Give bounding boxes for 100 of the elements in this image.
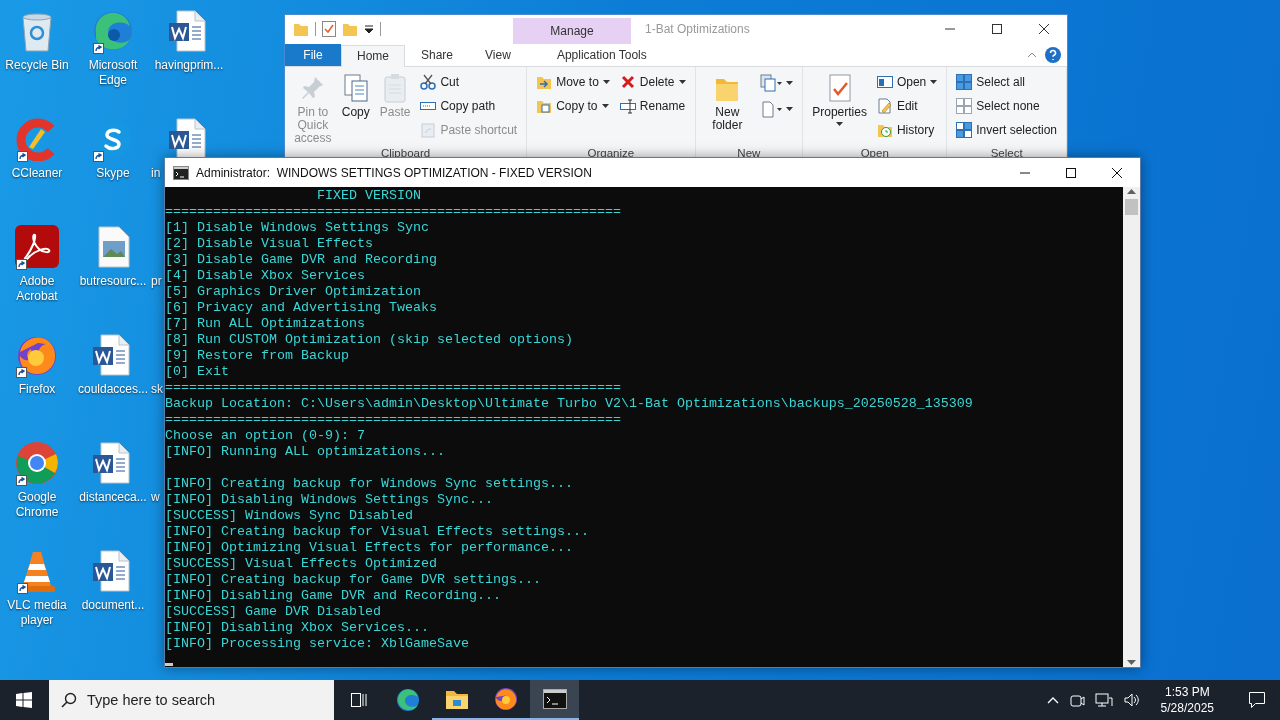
meeting-icon	[1068, 692, 1085, 708]
desktop-icon-label[interactable]: couldacces...	[76, 382, 150, 397]
console-line: Backup Location: C:\Users\admin\Desktop\Ultimate Turbo V2\1-Bat Optimizations\backups_20250528_135309	[165, 396, 974, 412]
console-line: [1] Disable Windows Settings Sync	[165, 220, 430, 236]
ribbon-button[interactable]: Delete	[616, 71, 689, 93]
ribbon-button[interactable]: Cut	[417, 71, 521, 93]
desktop-icon-label[interactable]: Firefox	[0, 382, 74, 397]
shortcut-arrow-icon	[16, 475, 27, 486]
folder-icon	[444, 688, 469, 710]
ribbon-button[interactable]: Copy path	[417, 95, 521, 117]
checklist-icon	[322, 21, 336, 38]
scroll-thumb[interactable]	[1125, 199, 1138, 215]
taskbar-app[interactable]	[530, 680, 579, 720]
desktop-icon-label[interactable]: sk	[151, 382, 163, 397]
ribbon-tab[interactable]: Share	[405, 43, 470, 66]
console-line: [SUCCESS] Visual Effects Optimized	[165, 556, 438, 572]
shortcut-arrow-icon	[17, 151, 28, 162]
clock-time: 1:53 PM	[1164, 684, 1210, 700]
desktop-icon-label[interactable]: pr	[151, 274, 162, 289]
clipboard-icon	[420, 122, 437, 138]
folder-arrow-icon	[536, 74, 553, 90]
ribbon-button[interactable]: Select all	[953, 71, 1060, 93]
clock-folder-icon	[876, 122, 893, 138]
desktop-icon-label[interactable]: Microsoft Edge	[76, 58, 150, 88]
ribbon-button[interactable]: Rename	[616, 95, 689, 117]
delete-icon	[619, 74, 636, 90]
desktop-icon-label[interactable]: Recycle Bin	[0, 58, 74, 73]
search-field[interactable]: Type here to search	[49, 680, 334, 720]
desktop-icon-label[interactable]: VLC media player	[0, 598, 74, 628]
group-label: Clipboard	[379, 147, 432, 161]
desktop-icon-label[interactable]: Skype	[76, 166, 150, 181]
ribbon-button[interactable]: Invert selection	[953, 119, 1060, 141]
scissors-icon	[420, 74, 437, 90]
desktop-icon-label[interactable]: document...	[76, 598, 150, 613]
caret-icon	[786, 81, 794, 85]
network-icon	[1094, 692, 1113, 708]
caret-icon	[601, 104, 609, 108]
ribbon-button[interactable]: History	[873, 119, 941, 141]
group-label: Select	[989, 147, 1024, 161]
caret-icon	[678, 80, 686, 84]
page-icon	[760, 100, 783, 118]
console-line: FIXED VERSION	[315, 188, 422, 204]
console-line: [INFO] Running ALL optimizations...	[165, 444, 446, 460]
desktop-icon-label[interactable]: havingprim...	[152, 58, 226, 73]
desktop-icon-label[interactable]: distanceca...	[76, 490, 150, 505]
shortcut-arrow-icon	[16, 367, 27, 378]
ribbon-button[interactable]: Properties	[809, 71, 870, 128]
ribbon-button[interactable]: Open	[873, 71, 941, 93]
shortcut-arrow-icon	[93, 151, 104, 162]
console-line: [SUCCESS] Windows Sync Disabled	[165, 508, 414, 524]
window-icon	[876, 74, 893, 90]
dropdown-icon	[364, 24, 374, 35]
desktop-icon-label[interactable]: in	[151, 166, 161, 181]
desktop-icon-label[interactable]: butresourc...	[76, 274, 150, 289]
windows-logo-icon	[16, 692, 32, 708]
caret-icon	[836, 122, 844, 126]
ribbon-button[interactable]: Copy to	[533, 95, 613, 117]
ribbon-button[interactable]: Copy	[338, 71, 373, 121]
console-line: [8] Run CUSTOM Optimization (skip selected options)	[165, 332, 574, 348]
console-line: =========================================================	[165, 380, 622, 396]
desktop-icon-label[interactable]: Google Chrome	[0, 490, 74, 520]
desktop-icon-label[interactable]: Adobe Acrobat	[0, 274, 74, 304]
ribbon-tab[interactable]: File	[285, 43, 341, 66]
console-line: [5] Graphics Driver Optimization	[165, 284, 422, 300]
ribbon-tab[interactable]: View	[469, 43, 527, 66]
caret-icon	[930, 80, 938, 84]
chevron-up-icon	[1046, 696, 1059, 704]
ribbon-button[interactable]: New folder	[701, 71, 754, 134]
maximize-icon	[1066, 167, 1076, 178]
swirl-icon	[395, 688, 420, 712]
rename-icon	[619, 98, 636, 114]
console-line: [INFO] Processing service: XblGameSave	[165, 636, 470, 652]
context-tab-header[interactable]: Manage	[513, 18, 631, 44]
desktop-icon-label[interactable]: w	[151, 490, 160, 505]
globe-flame-icon	[493, 687, 518, 711]
search-icon	[61, 692, 77, 708]
ribbon-tab[interactable]: Home	[341, 44, 405, 67]
window-title: 1-Bat Optimizations	[645, 22, 750, 37]
group-label: Open	[859, 147, 890, 161]
console-line: [9] Restore from Backup	[165, 348, 350, 364]
console-icon	[173, 165, 189, 180]
console-line: [INFO] Optimizing Visual Effects for performance...	[165, 540, 574, 556]
console-line: [INFO] Disabling Xbox Services...	[165, 620, 430, 636]
speaker-icon	[1122, 692, 1141, 708]
speech-bubble-icon	[1248, 691, 1266, 709]
ribbon-button[interactable]: Move to	[533, 71, 613, 93]
text-cursor	[165, 663, 173, 666]
ribbon-button[interactable]: Edit	[873, 95, 941, 117]
console-line: [6] Privacy and Advertising Tweaks	[165, 300, 438, 316]
group-label: Organize	[586, 147, 636, 161]
ribbon-tab[interactable]: Application Tools	[542, 43, 661, 66]
ribbon-button[interactable]: Select none	[953, 95, 1060, 117]
desktop-icon-label[interactable]: CCleaner	[0, 166, 74, 181]
console-line: [SUCCESS] Game DVR Disabled	[165, 604, 382, 620]
scroll-bar[interactable]	[1123, 187, 1140, 667]
pencil-page-icon	[876, 98, 893, 114]
folder-icon	[342, 21, 358, 38]
console-line: [INFO] Creating backup for Windows Sync settings...	[165, 476, 574, 492]
grid-icon	[956, 98, 973, 114]
task-view-icon	[348, 691, 369, 709]
